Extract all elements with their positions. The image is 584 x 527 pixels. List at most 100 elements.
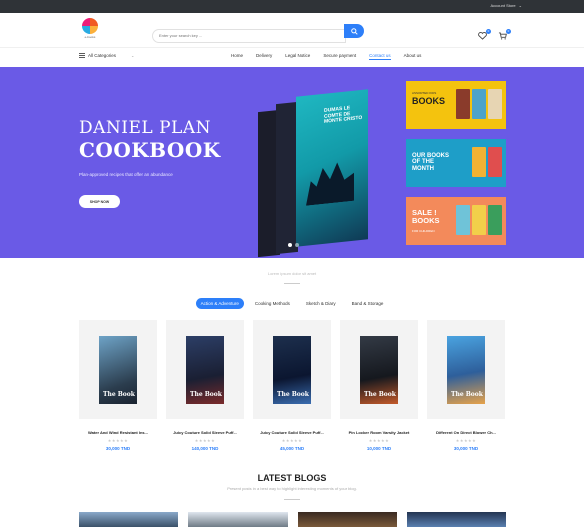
logo[interactable]: e-books bbox=[80, 18, 100, 42]
product-name[interactable]: Different On Direct Blower Ch... bbox=[427, 430, 505, 435]
product-image[interactable]: The Book bbox=[253, 320, 331, 419]
tab-cooking-methods[interactable]: Cooking Methods bbox=[250, 298, 295, 309]
book-cover: The Book bbox=[186, 335, 224, 404]
main-nav: All Categories ⌄ Home Delivery Legal Notic… bbox=[0, 47, 584, 67]
product-card[interactable]: The Book Water And Wind Resistant Ins... ★… bbox=[79, 320, 157, 451]
book-cover: DUMAS LE COMTE DE MONTE CRISTO bbox=[296, 89, 368, 247]
cart-count-badge: 0 bbox=[506, 29, 511, 34]
product-image[interactable]: The Book bbox=[79, 320, 157, 419]
section-divider bbox=[284, 499, 300, 500]
rating-stars: ★★★★★ bbox=[194, 438, 216, 443]
shop-now-button[interactable]: SHOP NOW bbox=[79, 195, 120, 208]
book-cover-text: The Book bbox=[364, 390, 396, 398]
wishlist-button[interactable]: 0 bbox=[478, 27, 491, 40]
blogs-subtitle: Present posts in a best way to highlight… bbox=[227, 486, 357, 491]
book-cover-text: The Book bbox=[277, 390, 309, 398]
product-card[interactable]: The Book Juicy Couture Solid Sleeve Puff.… bbox=[166, 320, 244, 451]
menu-icon bbox=[79, 53, 85, 58]
nav-link-home[interactable]: Home bbox=[231, 53, 243, 60]
rating-stars: ★★★★★ bbox=[281, 438, 303, 443]
book-cover-text: The Book bbox=[451, 390, 483, 398]
promo-book-thumbs bbox=[456, 205, 502, 235]
chevron-down-icon: ⌄ bbox=[518, 3, 522, 8]
promo-tagline: ASSORTED KIDS bbox=[412, 91, 437, 95]
slider-dots bbox=[288, 243, 299, 247]
book-cover: The Book bbox=[447, 335, 485, 404]
promo-banner-month[interactable]: OUR BOOKS OF THE MONTH bbox=[406, 139, 506, 187]
promo-title: OUR BOOKS OF THE MONTH bbox=[412, 153, 450, 172]
logo-text: e-books bbox=[84, 35, 96, 39]
section-divider bbox=[284, 283, 300, 284]
promo-book-thumbs bbox=[472, 147, 502, 177]
hero-title-line2: COOKBOOK bbox=[79, 138, 221, 162]
blogs-title: LATEST BLOGS bbox=[257, 473, 327, 483]
blog-thumbnail[interactable] bbox=[297, 512, 397, 527]
account-dropdown[interactable]: Account Store ⌄ bbox=[491, 3, 522, 8]
tab-band-storage[interactable]: Band & Storage bbox=[347, 298, 389, 309]
logo-mark bbox=[82, 18, 98, 34]
hero-book-image: DUMAS LE COMTE DE MONTE CRISTO bbox=[256, 81, 376, 258]
search-icon bbox=[350, 27, 358, 35]
product-name[interactable]: Juicy Couture Solid Sleeve Puff... bbox=[253, 430, 331, 435]
tab-sketch-diary[interactable]: Sketch & Diary bbox=[301, 298, 341, 309]
products-section-subtitle: Lorem ipsum dolor sit amet bbox=[267, 271, 317, 276]
nav-link-contact-us[interactable]: Contact us bbox=[369, 53, 391, 60]
book-cover: The Book bbox=[360, 335, 398, 404]
promo-banner-books[interactable]: ASSORTED KIDS BOOKS bbox=[406, 81, 506, 129]
castle-illustration bbox=[306, 161, 354, 206]
all-categories-label: All Categories bbox=[88, 53, 117, 58]
product-price: 30,000 TND bbox=[453, 446, 479, 451]
tab-action-adventure[interactable]: Action & Adventure bbox=[195, 298, 244, 309]
promo-banner-sale[interactable]: SALE ! BOOKS FOR CHILDREN bbox=[406, 197, 506, 245]
product-price: 140,000 TND bbox=[191, 446, 219, 451]
chevron-down-icon: ⌄ bbox=[131, 53, 135, 58]
promo-title: BOOKS bbox=[412, 96, 446, 106]
hero-banner: DANIEL PLAN COOKBOOK Plan-approved recip… bbox=[0, 67, 584, 258]
product-card[interactable]: The Book Juicy Couture Solid Sleeve Puff.… bbox=[253, 320, 331, 451]
product-image[interactable]: The Book bbox=[340, 320, 418, 419]
promo-title: SALE ! BOOKS bbox=[412, 208, 440, 225]
book-cover: The Book bbox=[273, 335, 311, 404]
nav-link-legal-notice[interactable]: Legal Notice bbox=[285, 53, 310, 60]
product-image[interactable]: The Book bbox=[427, 320, 505, 419]
rating-stars: ★★★★★ bbox=[107, 438, 129, 443]
hero-subtitle: Plan-approved recipes that offer an abun… bbox=[79, 172, 173, 177]
all-categories-button[interactable]: All Categories ⌄ bbox=[79, 53, 134, 58]
product-card[interactable]: The Book Pin Locker Room Varsity Jacket ★★… bbox=[340, 320, 418, 451]
cart-button[interactable]: 0 bbox=[498, 27, 511, 40]
blog-thumbnail[interactable] bbox=[188, 512, 288, 527]
nav-link-about-us[interactable]: About us bbox=[404, 53, 422, 60]
product-card[interactable]: The Book Different On Direct Blower Ch...… bbox=[427, 320, 505, 451]
book-spine bbox=[276, 101, 298, 255]
product-price: 30,000 TND bbox=[105, 446, 131, 451]
header: e-books 0 0 bbox=[0, 13, 584, 47]
header-icons: 0 0 bbox=[478, 27, 511, 40]
product-price: 45,000 TND bbox=[279, 446, 305, 451]
search-input[interactable] bbox=[152, 28, 346, 43]
rating-stars: ★★★★★ bbox=[455, 438, 477, 443]
promo-tagline: FOR CHILDREN bbox=[412, 229, 435, 233]
search-bar bbox=[152, 24, 364, 43]
slider-dot[interactable] bbox=[288, 243, 292, 247]
search-button[interactable] bbox=[344, 24, 364, 38]
heart-icon bbox=[478, 32, 487, 40]
rating-stars: ★★★★★ bbox=[368, 438, 390, 443]
blog-list bbox=[79, 512, 506, 527]
nav-link-secure-payment[interactable]: Secure payment bbox=[323, 53, 356, 60]
slider-dot[interactable] bbox=[295, 243, 299, 247]
nav-link-delivery[interactable]: Delivery bbox=[256, 53, 272, 60]
blog-thumbnail[interactable] bbox=[406, 512, 506, 527]
product-name[interactable]: Pin Locker Room Varsity Jacket bbox=[340, 430, 418, 435]
product-name[interactable]: Water And Wind Resistant Ins... bbox=[79, 430, 157, 435]
book-cover-text: The Book bbox=[190, 390, 222, 398]
book-cover-text: The Book bbox=[103, 390, 135, 398]
top-bar: Account Store ⌄ bbox=[0, 0, 584, 13]
cart-icon bbox=[498, 32, 507, 40]
promo-book-thumbs bbox=[456, 89, 502, 119]
blog-thumbnail[interactable] bbox=[79, 512, 179, 527]
book-cover-title: DUMAS LE COMTE DE MONTE CRISTO bbox=[324, 105, 363, 125]
product-price: 10,000 TND bbox=[366, 446, 392, 451]
product-image[interactable]: The Book bbox=[166, 320, 244, 419]
product-name[interactable]: Juicy Couture Solid Sleeve Puff... bbox=[166, 430, 244, 435]
book-cover: The Book bbox=[99, 335, 137, 404]
